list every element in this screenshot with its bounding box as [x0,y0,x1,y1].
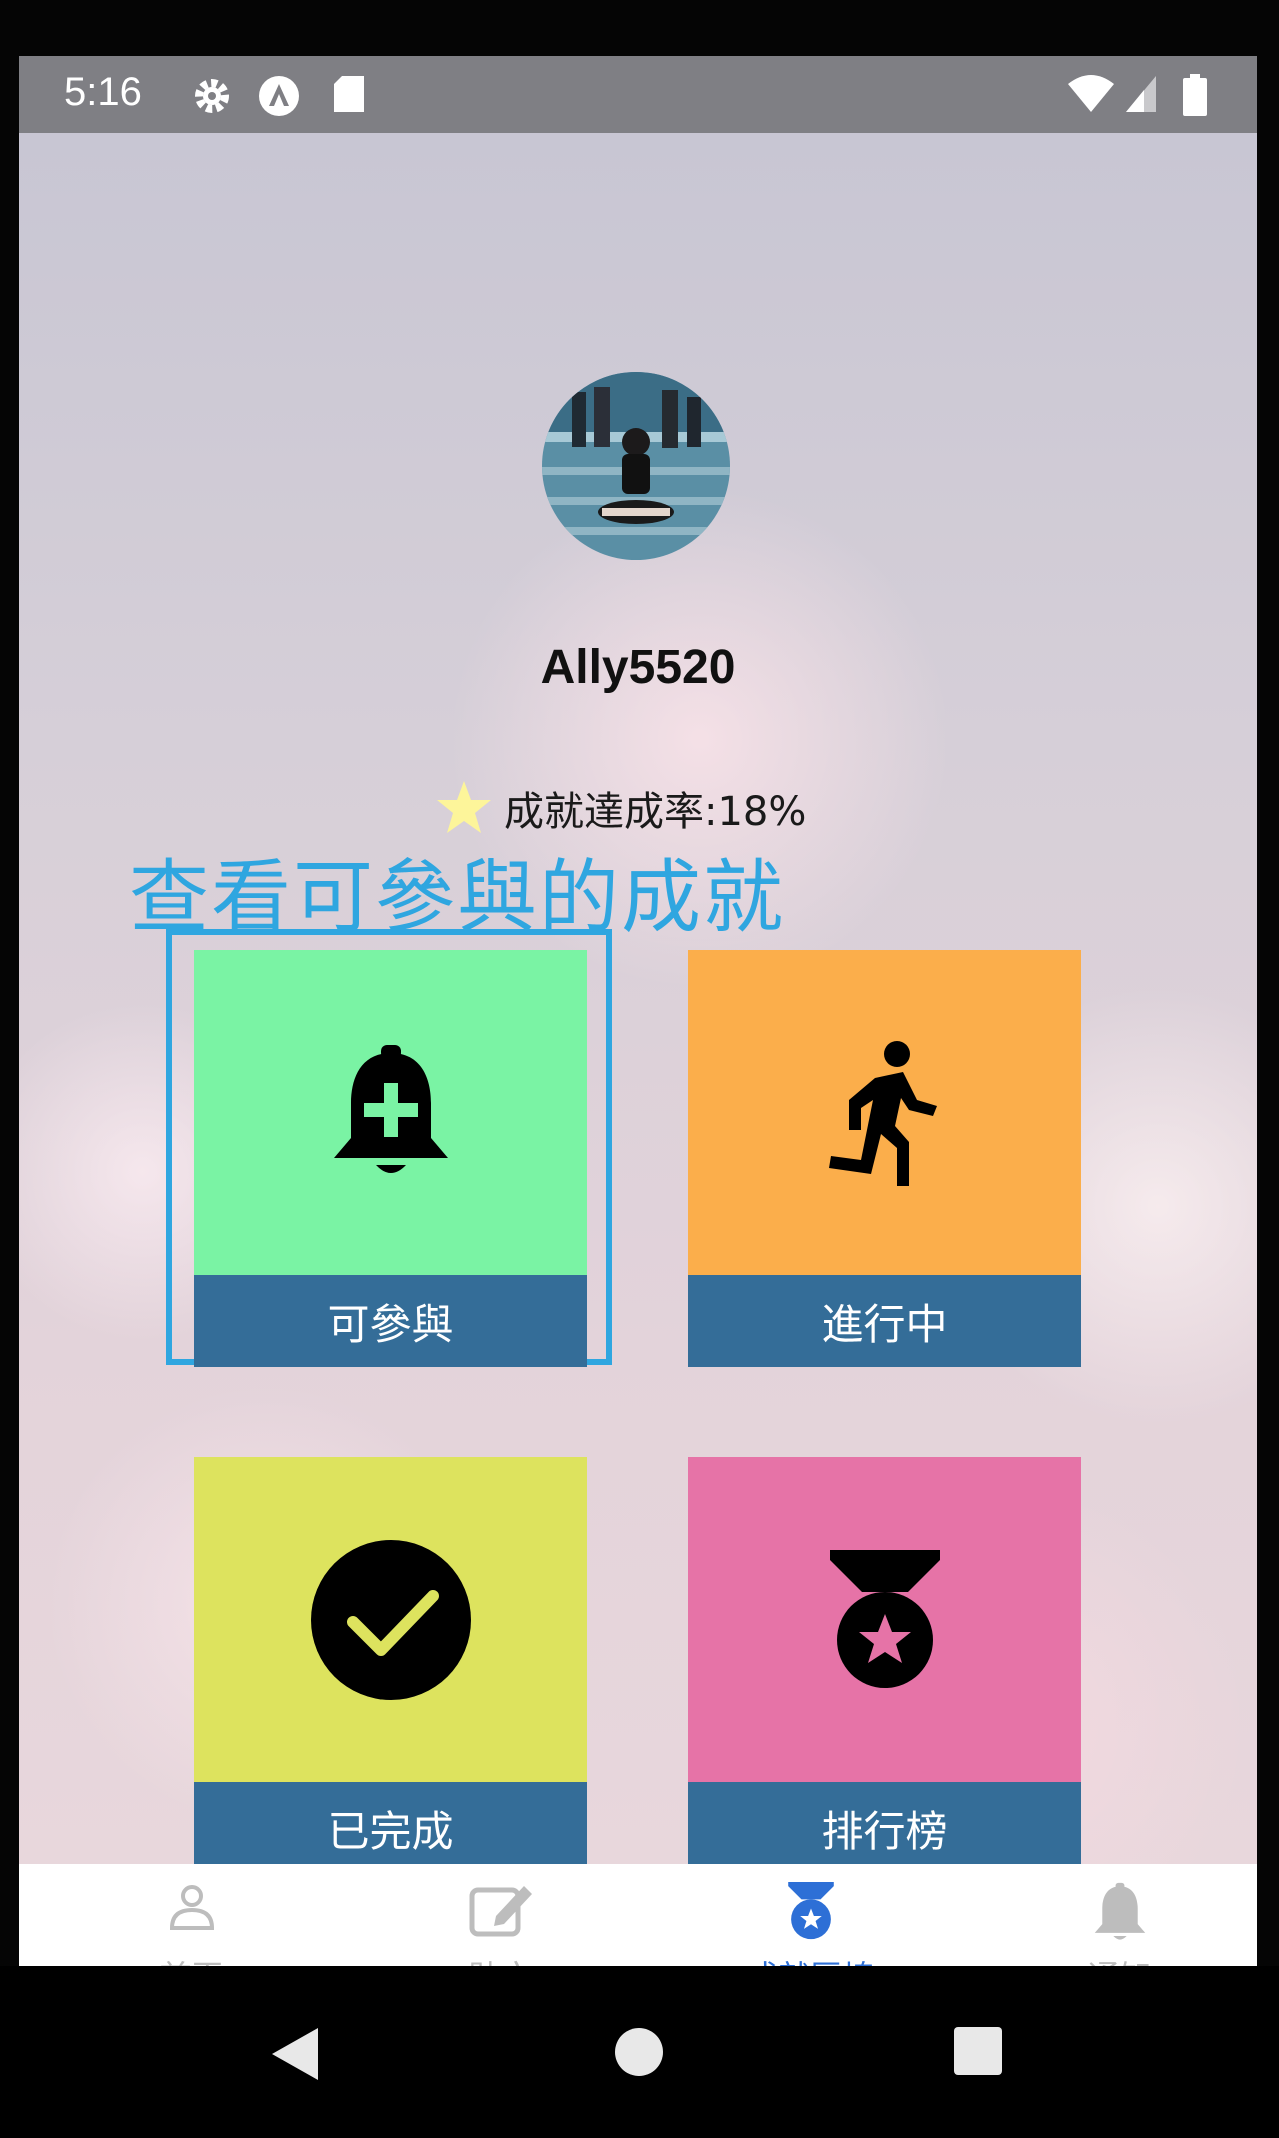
tile-leaderboard-label: 排行榜 [688,1782,1081,1874]
avatar-photo [542,372,730,560]
achievement-page: Ally5520 成就達成率:18% 查看可參與的成就 可參與 進行中 已完成 … [19,133,1257,1874]
signal-icon [1126,76,1156,112]
tile-in-progress-body [688,950,1081,1275]
gear-icon [195,79,229,113]
bottom-tab-bar: 首頁 貼文 成就區塊 [19,1864,1257,1966]
star-icon [437,781,491,833]
wifi-icon [1068,75,1114,112]
check-circle-icon [310,1539,471,1700]
tile-leaderboard[interactable]: 排行榜 [688,1457,1081,1874]
recents-icon[interactable] [953,2026,1003,2076]
device-frame: 5:16 Ally5520 成就達成率:18% 查看可參與的成就 可參與 進行中… [0,0,1279,2138]
bell-icon [1094,1882,1145,1940]
tab-home-label: 首頁 [37,1952,346,1966]
tile-completed[interactable]: 已完成 [194,1457,587,1874]
bell-plus-icon [333,1044,448,1173]
screen: 5:16 Ally5520 成就達成率:18% 查看可參與的成就 可參與 進行中… [19,56,1257,1966]
system-nav-bar [0,1966,1279,2138]
tile-completed-label: 已完成 [194,1782,587,1874]
username: Ally5520 [540,641,736,694]
medal-icon [787,1882,834,1940]
home-icon[interactable] [613,2026,665,2078]
battery-icon [1183,74,1207,116]
tab-posts-label: 貼文 [346,1952,655,1966]
achievement-rate-text: 成就達成率:18% [504,789,807,835]
tab-posts[interactable]: 貼文 [346,1864,655,1966]
tile-in-progress-label: 進行中 [688,1275,1081,1367]
tile-completed-body [194,1457,587,1782]
status-bar: 5:16 [19,56,1257,133]
tile-available[interactable]: 可參與 [194,950,587,1367]
avatar[interactable] [542,372,730,560]
tab-notifications-label: 通知 [965,1952,1257,1966]
status-time: 5:16 [64,70,142,114]
back-icon[interactable] [268,2026,322,2082]
app-icon [259,76,299,116]
tile-available-body [194,950,587,1275]
running-icon [828,1040,937,1186]
edit-icon [469,1886,532,1937]
tab-achievements-label: 成就區塊 [656,1952,965,1966]
person-icon [169,1885,214,1930]
tab-home[interactable]: 首頁 [37,1864,346,1966]
tab-notifications[interactable]: 通知 [965,1864,1257,1966]
medal-icon [829,1549,940,1688]
tile-leaderboard-body [688,1457,1081,1782]
sd-card-icon [334,76,364,112]
tile-available-label: 可參與 [194,1275,587,1367]
tile-in-progress[interactable]: 進行中 [688,950,1081,1367]
tab-achievements[interactable]: 成就區塊 [656,1864,965,1966]
